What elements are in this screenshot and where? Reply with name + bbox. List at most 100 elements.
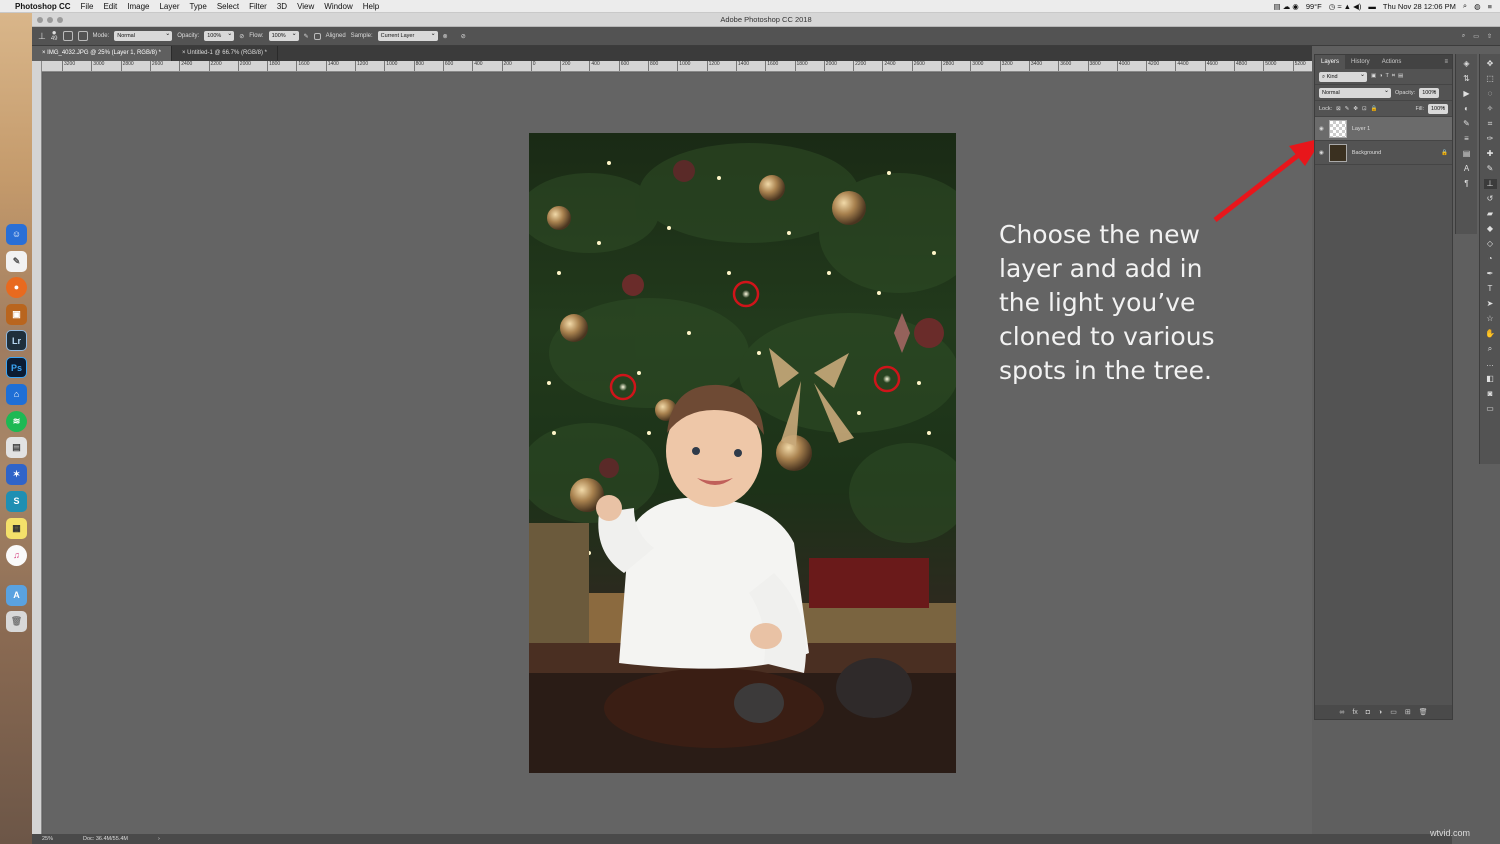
brush-settings-icon[interactable] <box>62 31 73 41</box>
tab-untitled-1[interactable]: × Untitled-1 @ 66.7% (RGB/8) * <box>172 46 278 61</box>
menu-help[interactable]: Help <box>358 2 384 11</box>
preview-icon[interactable]: ▤ <box>6 437 27 458</box>
sample-select[interactable]: Current Layer <box>377 29 438 41</box>
aligned-checkbox[interactable] <box>313 32 321 40</box>
share-icon[interactable]: ⇧ <box>1487 33 1492 40</box>
zoom-tool-icon[interactable]: ⌕ <box>1484 344 1497 354</box>
brush-tool-icon[interactable]: ✎ <box>1484 164 1497 174</box>
fx-icon[interactable]: fx <box>1352 709 1357 716</box>
status-menu-icon[interactable]: › <box>158 836 160 842</box>
minimize-button[interactable] <box>47 17 53 23</box>
link-layers-icon[interactable]: ∞ <box>1339 709 1344 716</box>
pressure-opacity-icon[interactable]: ⊘ <box>239 33 244 40</box>
network-icon[interactable]: ✶ <box>6 464 27 485</box>
mask-icon[interactable]: ◘ <box>1366 709 1370 716</box>
delete-layer-icon[interactable]: 🗑 <box>1419 708 1428 716</box>
color-swatches-icon[interactable]: ◧ <box>1484 374 1497 384</box>
flow-field[interactable]: 100% <box>268 29 299 41</box>
horizontal-ruler[interactable]: 3200 3000 2800 2600 2400 2200 2000 1800 1600 1400… <box>42 61 1312 72</box>
vertical-ruler[interactable] <box>32 61 42 834</box>
clone-source-panel-icon[interactable]: ⇅ <box>1460 74 1473 84</box>
layer-name[interactable]: Layer 1 <box>1352 126 1370 132</box>
app-icon[interactable]: ▣ <box>6 304 27 325</box>
layer-opacity-field[interactable]: 100% <box>1419 86 1440 98</box>
blend-mode-select[interactable]: Normal <box>1319 86 1391 98</box>
menu-edit[interactable]: Edit <box>98 2 122 11</box>
app-menu[interactable]: Photoshop CC <box>10 2 76 11</box>
spotify-icon[interactable]: ≋ <box>6 411 27 432</box>
path-selection-tool-icon[interactable]: ➤ <box>1484 299 1497 309</box>
search-icon[interactable]: ⌕ <box>1462 33 1465 40</box>
visibility-eye-icon[interactable]: ◉ <box>1319 150 1324 156</box>
user-icon[interactable]: ◍ <box>1474 2 1481 11</box>
finder-icon[interactable]: ☺ <box>6 224 27 245</box>
healing-brush-tool-icon[interactable]: ✚ <box>1484 149 1497 159</box>
hand-tool-icon[interactable]: ✋ <box>1484 329 1497 339</box>
layers-panel-icon[interactable]: ◈ <box>1460 59 1473 69</box>
zoom-button[interactable] <box>57 17 63 23</box>
weather-readout[interactable]: 99°F <box>1306 2 1322 11</box>
opacity-field[interactable]: 100% <box>204 29 235 41</box>
pressure-size-icon[interactable]: ⊘ <box>461 33 466 40</box>
zoom-readout[interactable]: 25% <box>42 836 53 842</box>
menu-filter[interactable]: Filter <box>244 2 272 11</box>
fill-field[interactable]: 100% <box>1428 102 1448 114</box>
filter-icons[interactable]: ▣◑T⌗▤ <box>1371 73 1406 80</box>
notification-icon[interactable]: ≡ <box>1488 2 1492 11</box>
lasso-tool-icon[interactable]: ◌ <box>1484 89 1497 99</box>
more-tools-icon[interactable]: … <box>1484 359 1497 369</box>
crop-tool-icon[interactable]: ⌗ <box>1484 119 1497 129</box>
ignore-adjustment-icon[interactable]: ⊗ <box>443 33 448 40</box>
applications-folder-icon[interactable]: A <box>6 585 27 606</box>
visibility-eye-icon[interactable]: ◉ <box>1319 126 1324 132</box>
doc-size-readout[interactable]: Doc: 36.4M/55.4M <box>83 836 128 842</box>
shape-tool-icon[interactable]: ☆ <box>1484 314 1497 324</box>
tab-img-4032[interactable]: × IMG_4032.JPG @ 25% (Layer 1, RGB/8) * <box>32 46 172 61</box>
eyedropper-tool-icon[interactable]: ✑ <box>1484 134 1497 144</box>
screen-mode-icon[interactable]: ▭ <box>1484 404 1497 414</box>
paint-bucket-tool-icon[interactable]: ◆ <box>1484 224 1497 234</box>
home-icon[interactable]: ⌂ <box>6 384 27 405</box>
marquee-tool-icon[interactable]: ⬚ <box>1484 74 1497 84</box>
move-tool-icon[interactable]: ✥ <box>1484 59 1497 69</box>
panel-menu-icon[interactable]: ≡ <box>1444 55 1452 69</box>
photoshop-icon[interactable]: Ps <box>6 357 27 378</box>
group-icon[interactable]: ▭ <box>1390 708 1397 716</box>
clone-stamp-tool-icon[interactable]: ⊥ <box>1483 179 1497 189</box>
app-s-icon[interactable]: S <box>6 491 27 512</box>
system-icons[interactable]: ◷ ≈ ▲ ◀) <box>1329 2 1362 11</box>
menu-window[interactable]: Window <box>319 2 357 11</box>
actions-panel-icon[interactable]: ▶ <box>1460 89 1473 99</box>
trash-icon[interactable]: 🗑 <box>6 611 27 632</box>
menu-image[interactable]: Image <box>122 2 154 11</box>
mode-select[interactable]: Normal <box>114 29 173 41</box>
layer-name[interactable]: Background <box>1352 150 1381 156</box>
dodge-tool-icon[interactable]: ◔ <box>1484 254 1497 264</box>
menu-select[interactable]: Select <box>212 2 244 11</box>
clock[interactable]: Thu Nov 28 12:06 PM <box>1383 2 1456 11</box>
flag-icon[interactable]: ▬ <box>1368 2 1376 11</box>
brush-preset-picker[interactable]: ● 49 <box>51 29 58 43</box>
quick-mask-icon[interactable]: ◙ <box>1484 389 1497 399</box>
lock-icons[interactable]: ⊠✎✥⊡🔒 <box>1336 106 1381 112</box>
filter-kind-select[interactable]: ⌕ Kind <box>1319 70 1367 82</box>
firefox-icon[interactable]: ● <box>6 277 27 298</box>
pen-tool-icon[interactable]: ✒ <box>1484 269 1497 279</box>
clone-source-icon[interactable] <box>77 31 88 41</box>
character-panel-icon[interactable]: A <box>1460 164 1473 174</box>
libraries-panel-icon[interactable]: ▤ <box>1460 149 1473 159</box>
properties-panel-icon[interactable]: ≡ <box>1460 134 1473 144</box>
paragraph-panel-icon[interactable]: ¶ <box>1460 179 1473 189</box>
workspace-icon[interactable]: ▭ <box>1473 33 1479 40</box>
new-layer-icon[interactable]: ⊞ <box>1405 708 1411 716</box>
itunes-icon[interactable]: ♫ <box>6 545 27 566</box>
layer-row-background[interactable]: ◉ Background 🔒 <box>1315 141 1452 165</box>
tab-actions[interactable]: Actions <box>1376 55 1408 69</box>
adjustment-icon[interactable]: ◑ <box>1378 709 1382 716</box>
clone-stamp-icon[interactable]: ⊥ <box>38 31 46 42</box>
blur-tool-icon[interactable]: ◇ <box>1484 239 1497 249</box>
photo-document[interactable] <box>529 133 956 773</box>
menu-view[interactable]: View <box>292 2 319 11</box>
tab-history[interactable]: History <box>1345 55 1376 69</box>
layer-row-layer-1[interactable]: ◉ Layer 1 <box>1315 117 1452 141</box>
